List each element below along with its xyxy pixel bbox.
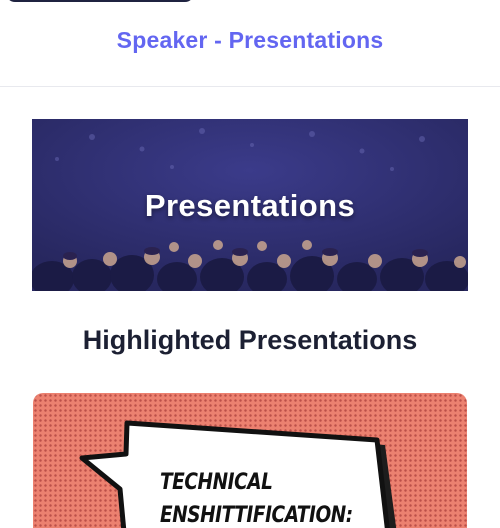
presentations-hero-banner: Presentations bbox=[32, 119, 468, 291]
site-header: Speaker - Presentations bbox=[0, 0, 500, 87]
card-cover-text: Technical Enshittification: bbox=[160, 466, 353, 528]
hero-title: Presentations bbox=[144, 188, 356, 223]
site-title[interactable]: Speaker - Presentations bbox=[0, 27, 500, 54]
featured-presentation-card[interactable]: Technical Enshittification: bbox=[33, 393, 467, 528]
page: Speaker - Presentations Presentations Hi… bbox=[0, 0, 500, 528]
cover-text-line2: Enshittification: bbox=[160, 503, 353, 528]
section-heading: Highlighted Presentations bbox=[82, 325, 418, 355]
cover-text-line1: Technical bbox=[160, 470, 273, 495]
